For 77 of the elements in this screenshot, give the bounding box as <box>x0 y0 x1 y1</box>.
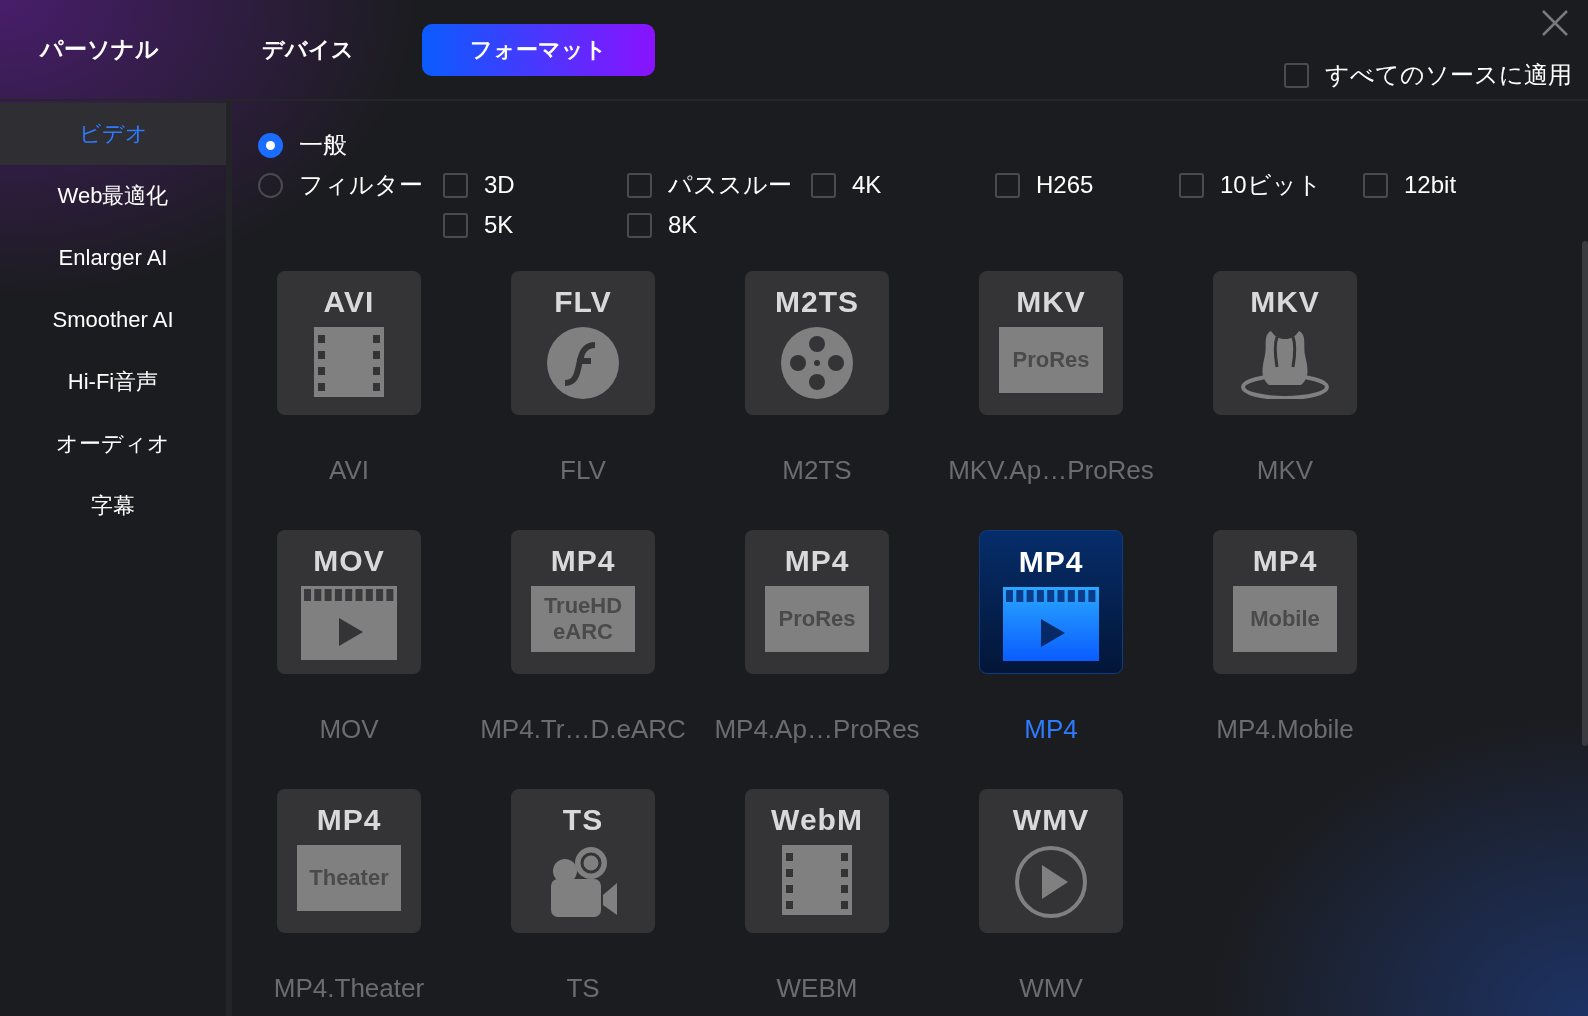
format-tile[interactable]: MKV <box>1213 271 1357 415</box>
radio-button[interactable] <box>258 172 283 198</box>
checkbox[interactable] <box>443 172 468 198</box>
format-label: MP4.Tr…D.eARC <box>480 714 686 745</box>
close-icon[interactable] <box>1542 10 1568 36</box>
format-label: MP4.Ap…ProRes <box>714 714 920 745</box>
format-name: MKV <box>1250 285 1320 319</box>
sidebar-item[interactable]: Enlarger AI <box>0 227 226 289</box>
checkbox[interactable] <box>627 172 652 198</box>
format-name: WebM <box>771 803 863 837</box>
sidebar-item[interactable]: オーディオ <box>0 413 226 475</box>
clapper-play-icon <box>301 586 397 660</box>
checkbox-label: 10ビット <box>1220 170 1322 200</box>
flash-icon <box>547 327 619 399</box>
format-tile[interactable]: AVI <box>277 271 421 415</box>
checkbox[interactable] <box>443 212 468 238</box>
radio-label: フィルター <box>299 170 423 200</box>
checkbox-label: 8K <box>668 211 698 239</box>
checkbox-label: 5K <box>484 211 514 239</box>
format-label: MKV <box>1256 455 1314 486</box>
tab[interactable]: デバイス <box>262 23 354 76</box>
format-name: M2TS <box>775 285 859 319</box>
format-label: MP4 <box>1024 714 1078 745</box>
checkbox[interactable] <box>811 172 836 198</box>
checkbox[interactable] <box>1179 172 1204 198</box>
film-strip-icon <box>314 327 384 397</box>
format-label: FLV <box>560 455 606 486</box>
radio-button[interactable] <box>258 132 283 158</box>
format-tile[interactable]: FLV <box>511 271 655 415</box>
format-tile[interactable]: M2TS <box>745 271 889 415</box>
checkbox-label: すべてのソースに適用 <box>1325 60 1572 90</box>
checkbox[interactable] <box>995 172 1020 198</box>
format-name: MP4 <box>316 803 382 837</box>
format-name: TS <box>562 803 604 837</box>
checkbox-label: 4K <box>852 171 882 199</box>
format-name: FLV <box>554 285 612 319</box>
section-heading: パーソナル <box>40 35 160 64</box>
format-tile[interactable]: WMV <box>979 789 1123 933</box>
format-label: TS <box>566 973 600 1004</box>
format-tile[interactable]: MOV <box>277 530 421 674</box>
clapper-play-icon <box>1003 587 1099 661</box>
format-tile[interactable]: WebM <box>745 789 889 933</box>
format-label: M2TS <box>782 455 852 486</box>
sidebar-item[interactable]: Hi-Fi音声 <box>0 351 226 413</box>
checkbox-label: パススルー <box>668 170 792 200</box>
format-name: MKV <box>1016 285 1086 319</box>
format-label: MKV.Ap…ProRes <box>948 455 1154 486</box>
scrollbar[interactable] <box>1582 241 1588 746</box>
tab[interactable]: フォーマット <box>422 23 655 76</box>
film-strip-icon <box>782 845 852 915</box>
format-name: MOV <box>313 544 385 578</box>
format-tile[interactable]: MP4 <box>979 530 1123 674</box>
format-name: WMV <box>1012 803 1090 837</box>
format-name: MP4 <box>1018 545 1084 579</box>
checkbox-label: 3D <box>484 171 515 199</box>
format-label: MOV <box>319 714 379 745</box>
sidebar-item[interactable]: Smoother AI <box>0 289 226 351</box>
radio-label: 一般 <box>299 130 347 160</box>
format-label: MP4.Mobile <box>1216 714 1354 745</box>
format-name: MP4 <box>1252 544 1318 578</box>
play-circle-icon <box>1014 845 1088 919</box>
sidebar-item[interactable]: 字幕 <box>0 475 226 537</box>
format-label: MP4.Theater <box>273 973 425 1004</box>
checkbox[interactable] <box>1284 62 1309 88</box>
format-label: WEBM <box>776 973 858 1004</box>
checkbox[interactable] <box>1363 172 1388 198</box>
film-reel-icon <box>781 327 853 399</box>
checkbox[interactable] <box>627 212 652 238</box>
sidebar-item[interactable]: Web最適化 <box>0 165 226 227</box>
format-label: WMV <box>1019 973 1083 1004</box>
checkbox-label: 12bit <box>1404 171 1457 199</box>
format-name: AVI <box>323 285 375 319</box>
format-tile[interactable]: TS <box>511 789 655 933</box>
format-name: MP4 <box>784 544 850 578</box>
checkbox-label: H265 <box>1036 171 1094 199</box>
format-label: AVI <box>329 455 369 486</box>
format-name: MP4 <box>550 544 616 578</box>
